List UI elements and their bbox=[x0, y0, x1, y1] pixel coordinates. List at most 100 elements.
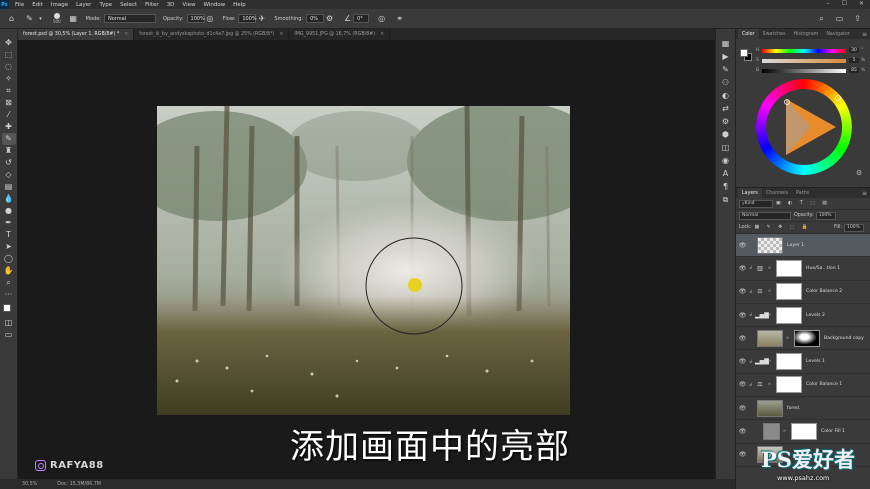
tab-channels[interactable]: Channels bbox=[762, 188, 792, 198]
symmetry-icon[interactable]: ⚭ bbox=[394, 13, 405, 24]
move-tool-icon[interactable]: ✥ bbox=[2, 37, 16, 49]
frame-tool-icon[interactable]: ⊠ bbox=[2, 97, 16, 109]
brush-settings-icon[interactable]: ▦ bbox=[68, 13, 79, 24]
layer-fill-field[interactable]: 100% bbox=[844, 223, 864, 232]
character-icon[interactable]: A bbox=[720, 167, 732, 180]
foreground-background-colors[interactable] bbox=[2, 303, 16, 317]
close-icon[interactable]: ✕ bbox=[380, 32, 384, 37]
home-icon[interactable]: ⌂ bbox=[6, 13, 17, 24]
history-brush-tool-icon[interactable]: ↺ bbox=[2, 157, 16, 169]
tab-img-9951[interactable]: IMG_9951.JPG @ 16,7% (RGB/8#) ✕ bbox=[289, 29, 391, 40]
smoothing-field[interactable]: 0% bbox=[306, 14, 325, 23]
layer-mask-thumbnail[interactable] bbox=[776, 283, 802, 301]
menu-layer[interactable]: Layer bbox=[76, 2, 91, 8]
link-icon[interactable]: ∞ bbox=[785, 336, 790, 341]
pen-tool-icon[interactable]: ✒ bbox=[2, 217, 16, 229]
clone-source-icon[interactable]: ⚇ bbox=[720, 76, 732, 89]
share-icon[interactable]: ⇪ bbox=[852, 13, 863, 24]
type-tool-icon[interactable]: T bbox=[2, 229, 16, 241]
flow-field[interactable]: 100% bbox=[238, 14, 257, 23]
maximize-button[interactable]: ☐ bbox=[842, 0, 847, 7]
history-icon[interactable]: ▦ bbox=[720, 37, 732, 50]
tab-swatches[interactable]: Swatches bbox=[759, 29, 790, 39]
color-wheel[interactable] bbox=[756, 79, 852, 175]
search-icon[interactable]: ⌕ bbox=[816, 13, 827, 24]
more-tools-icon[interactable]: ··· bbox=[2, 289, 16, 301]
tab-layers[interactable]: Layers bbox=[738, 188, 762, 198]
document-canvas[interactable] bbox=[157, 106, 570, 415]
link-icon[interactable]: ∞ bbox=[782, 429, 787, 434]
foreground-color-swatch[interactable] bbox=[2, 304, 11, 312]
menu-image[interactable]: Image bbox=[51, 2, 68, 8]
menu-edit[interactable]: Edit bbox=[32, 2, 43, 8]
eye-icon[interactable]: 👁 bbox=[738, 242, 747, 249]
eye-icon[interactable]: 👁 bbox=[738, 451, 747, 458]
brush-settings-icon[interactable]: ✎ bbox=[720, 63, 732, 76]
eye-icon[interactable]: 👁 bbox=[738, 405, 747, 412]
tab-histogram[interactable]: Histogram bbox=[789, 29, 822, 39]
3d-icon[interactable]: ⬢ bbox=[720, 128, 732, 141]
eye-icon[interactable]: 👁 bbox=[738, 312, 747, 319]
adjustments-icon[interactable]: ◐ bbox=[720, 89, 732, 102]
link-icon[interactable]: ∞ bbox=[767, 266, 772, 271]
close-icon[interactable]: ✕ bbox=[124, 32, 128, 37]
layer-comps-icon[interactable]: ⧉ bbox=[720, 193, 732, 206]
layer-mask-thumbnail[interactable] bbox=[776, 376, 802, 394]
brightness-value[interactable]: 85 bbox=[849, 68, 859, 73]
stamp-tool-icon[interactable]: ♜ bbox=[2, 145, 16, 157]
pressure-opacity-icon[interactable]: ◎ bbox=[205, 13, 216, 24]
eye-icon[interactable]: 👁 bbox=[738, 335, 747, 342]
properties-icon[interactable]: ⚙ bbox=[720, 115, 732, 128]
lasso-tool-icon[interactable]: ◌ bbox=[2, 61, 16, 73]
brush-preset-picker[interactable]: 500 bbox=[53, 13, 61, 24]
tab-forest-jpg[interactable]: forest_iii_by_andyskaphoto_d1c4a7.jpg @ … bbox=[134, 29, 290, 40]
eye-icon[interactable]: 👁 bbox=[738, 288, 747, 295]
dodge-tool-icon[interactable]: ● bbox=[2, 205, 16, 217]
eraser-tool-icon[interactable]: ◇ bbox=[2, 169, 16, 181]
gradient-tool-icon[interactable]: ▤ bbox=[2, 181, 16, 193]
saturation-slider[interactable] bbox=[762, 59, 846, 63]
link-icon[interactable]: ∞ bbox=[767, 382, 772, 387]
menu-3d[interactable]: 3D bbox=[167, 2, 175, 8]
layer-row[interactable]: 👁 ↲ ⚖ ∞ Color Balance 1 bbox=[736, 374, 870, 398]
tab-color[interactable]: Color bbox=[738, 29, 759, 39]
brush-tool-icon[interactable]: ✎ bbox=[1, 133, 16, 145]
menu-view[interactable]: View bbox=[182, 2, 195, 8]
screen-mode-icon[interactable]: ▭ bbox=[2, 329, 16, 341]
chevron-down-icon[interactable]: ▾ bbox=[35, 13, 46, 24]
layer-mask-thumbnail[interactable] bbox=[776, 259, 802, 277]
quick-mask-icon[interactable]: ◫ bbox=[2, 317, 16, 329]
eyedropper-tool-icon[interactable]: ⁄ bbox=[2, 109, 16, 121]
hand-tool-icon[interactable]: ✋ bbox=[2, 265, 16, 277]
layer-mask-thumbnail[interactable] bbox=[791, 423, 817, 441]
marquee-tool-icon[interactable]: ⬚ bbox=[2, 49, 16, 61]
tab-forest-psd[interactable]: forest.psd @ 30,5% (Layer 1, RGB/8#) * ✕ bbox=[18, 29, 135, 40]
hue-value[interactable]: 30 bbox=[849, 48, 859, 53]
menu-filter[interactable]: Filter bbox=[145, 2, 159, 8]
menu-select[interactable]: Select bbox=[120, 2, 137, 8]
pressure-size-icon[interactable]: ◎ bbox=[376, 13, 387, 24]
airbrush-icon[interactable]: ✈ bbox=[256, 13, 267, 24]
path-selection-tool-icon[interactable]: ➤ bbox=[2, 241, 16, 253]
tab-paths[interactable]: Paths bbox=[792, 188, 813, 198]
panel-menu-icon[interactable]: ≡ bbox=[862, 188, 870, 198]
saturation-value[interactable]: 5 bbox=[849, 58, 859, 63]
zoom-level[interactable]: 30,5% bbox=[22, 482, 37, 487]
crop-tool-icon[interactable]: ⌗ bbox=[2, 85, 16, 97]
layer-row[interactable]: 👁 ∞ Background copy bbox=[736, 327, 870, 351]
color-fill-swatch[interactable] bbox=[763, 423, 780, 441]
zoom-tool-icon[interactable]: ⌕ bbox=[2, 277, 16, 289]
actions-icon[interactable]: ▶ bbox=[720, 50, 732, 63]
swap-icon[interactable]: ⇄ bbox=[720, 102, 732, 115]
link-icon[interactable]: ∞ bbox=[767, 359, 772, 364]
layer-opacity-field[interactable]: 100% bbox=[815, 211, 836, 220]
close-button[interactable]: ✕ bbox=[859, 0, 864, 7]
hue-slider[interactable] bbox=[762, 49, 846, 53]
link-icon[interactable]: ∞ bbox=[767, 289, 772, 294]
eye-icon[interactable]: 👁 bbox=[738, 381, 747, 388]
blend-mode-select[interactable]: Normal bbox=[739, 211, 791, 220]
layer-mask-thumbnail[interactable] bbox=[794, 329, 820, 347]
workspace-icon[interactable]: ▭ bbox=[834, 13, 845, 24]
paragraph-icon[interactable]: ¶ bbox=[720, 180, 732, 193]
libraries-icon[interactable]: ◫ bbox=[720, 141, 732, 154]
